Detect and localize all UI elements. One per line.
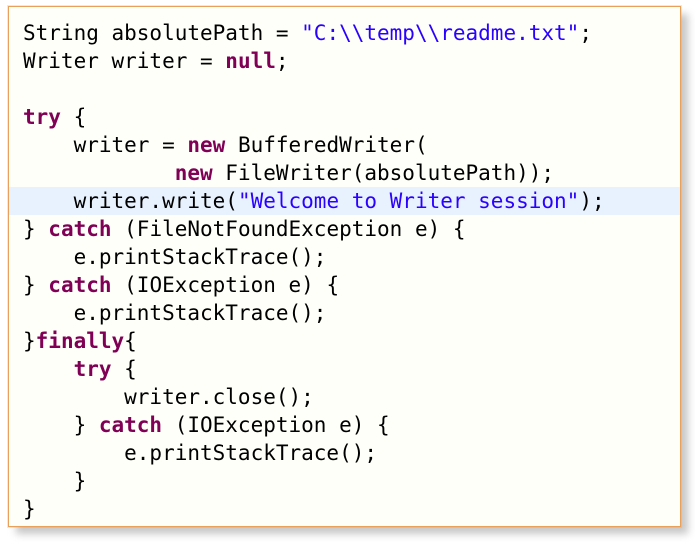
code-text: (IOException e) { bbox=[111, 273, 340, 297]
code-panel: String absolutePath = "C:\\temp\\readme.… bbox=[8, 6, 681, 527]
code-text: } bbox=[23, 217, 49, 241]
code-keyword: null bbox=[225, 49, 276, 73]
code-line-highlighted[interactable]: writer.write("Welcome to Writer session"… bbox=[9, 187, 680, 215]
code-line[interactable]: writer.close(); bbox=[23, 383, 680, 411]
code-keyword: catch bbox=[98, 413, 163, 437]
code-line[interactable] bbox=[23, 75, 680, 103]
code-text: } bbox=[23, 497, 36, 521]
code-text: { bbox=[124, 329, 137, 353]
code-line[interactable]: } bbox=[23, 495, 680, 523]
code-text: Writer writer = bbox=[23, 49, 226, 73]
code-keyword: new bbox=[174, 161, 213, 185]
code-line[interactable]: try { bbox=[23, 355, 680, 383]
code-text: } bbox=[23, 273, 49, 297]
code-text: ); bbox=[579, 189, 605, 213]
code-keyword: catch bbox=[48, 273, 112, 297]
code-line[interactable]: Writer writer = null; bbox=[23, 47, 680, 75]
code-line[interactable]: } catch (IOException e) { bbox=[23, 271, 680, 299]
code-text: BufferedWriter( bbox=[225, 133, 428, 157]
code-text: ; bbox=[275, 49, 289, 73]
code-keyword: finally bbox=[35, 329, 125, 353]
code-keyword: catch bbox=[48, 217, 112, 241]
code-line[interactable]: writer = new BufferedWriter( bbox=[23, 131, 680, 159]
code-line[interactable]: }finally{ bbox=[23, 327, 680, 355]
code-line[interactable]: e.printStackTrace(); bbox=[23, 439, 680, 467]
code-text: ; bbox=[579, 21, 592, 45]
code-line[interactable]: String absolutePath = "C:\\temp\\readme.… bbox=[23, 19, 680, 47]
code-text: } bbox=[23, 469, 87, 493]
code-text: String absolutePath = bbox=[23, 21, 302, 45]
code-line[interactable]: e.printStackTrace(); bbox=[23, 243, 680, 271]
code-text: (IOException e) { bbox=[162, 413, 390, 437]
code-text: { bbox=[111, 357, 137, 381]
code-text: e.printStackTrace(); bbox=[23, 441, 378, 465]
code-text: e.printStackTrace(); bbox=[23, 245, 327, 269]
code-line[interactable]: } catch (IOException e) { bbox=[23, 411, 680, 439]
code-string: "Welcome to Writer session" bbox=[237, 189, 580, 213]
code-line[interactable]: new FileWriter(absolutePath)); bbox=[23, 159, 680, 187]
code-text: writer = bbox=[23, 133, 188, 157]
code-line[interactable]: } bbox=[23, 467, 680, 495]
code-keyword: new bbox=[187, 133, 226, 157]
code-text: FileWriter(absolutePath)); bbox=[212, 161, 555, 185]
code-text: { bbox=[60, 105, 87, 129]
code-text: e.printStackTrace(); bbox=[23, 301, 327, 325]
code-block: String absolutePath = "C:\\temp\\readme.… bbox=[9, 19, 680, 523]
code-line[interactable]: e.printStackTrace(); bbox=[23, 299, 680, 327]
code-text: } bbox=[23, 329, 36, 353]
code-text: (FileNotFoundException e) { bbox=[111, 217, 466, 241]
code-text: } bbox=[23, 413, 99, 437]
code-keyword: try bbox=[23, 105, 61, 129]
code-string: "C:\\temp\\readme.txt" bbox=[301, 21, 580, 45]
code-keyword: try bbox=[73, 357, 112, 381]
code-text: writer.close(); bbox=[23, 385, 314, 409]
code-text: writer.write( bbox=[23, 189, 238, 213]
code-line[interactable]: try { bbox=[23, 103, 680, 131]
code-line[interactable]: } catch (FileNotFoundException e) { bbox=[23, 215, 680, 243]
